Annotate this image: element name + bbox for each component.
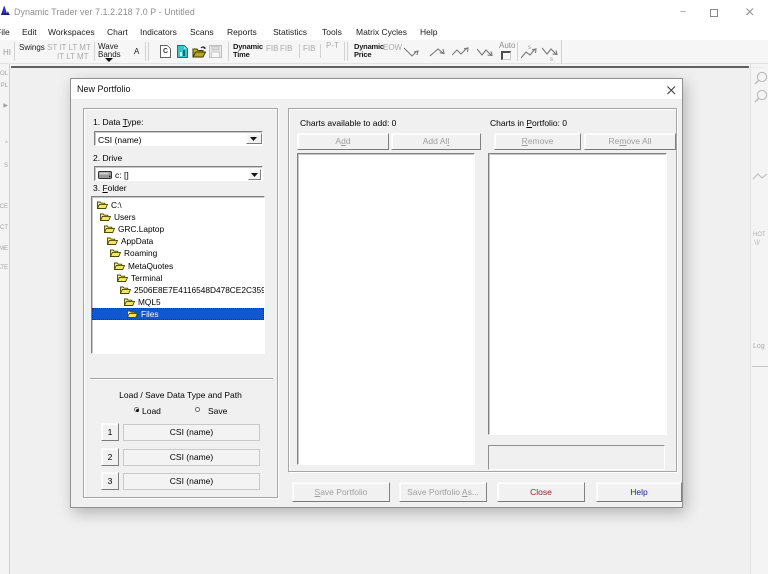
svg-text:s: s <box>528 45 531 51</box>
svg-text:s: s <box>550 57 553 63</box>
